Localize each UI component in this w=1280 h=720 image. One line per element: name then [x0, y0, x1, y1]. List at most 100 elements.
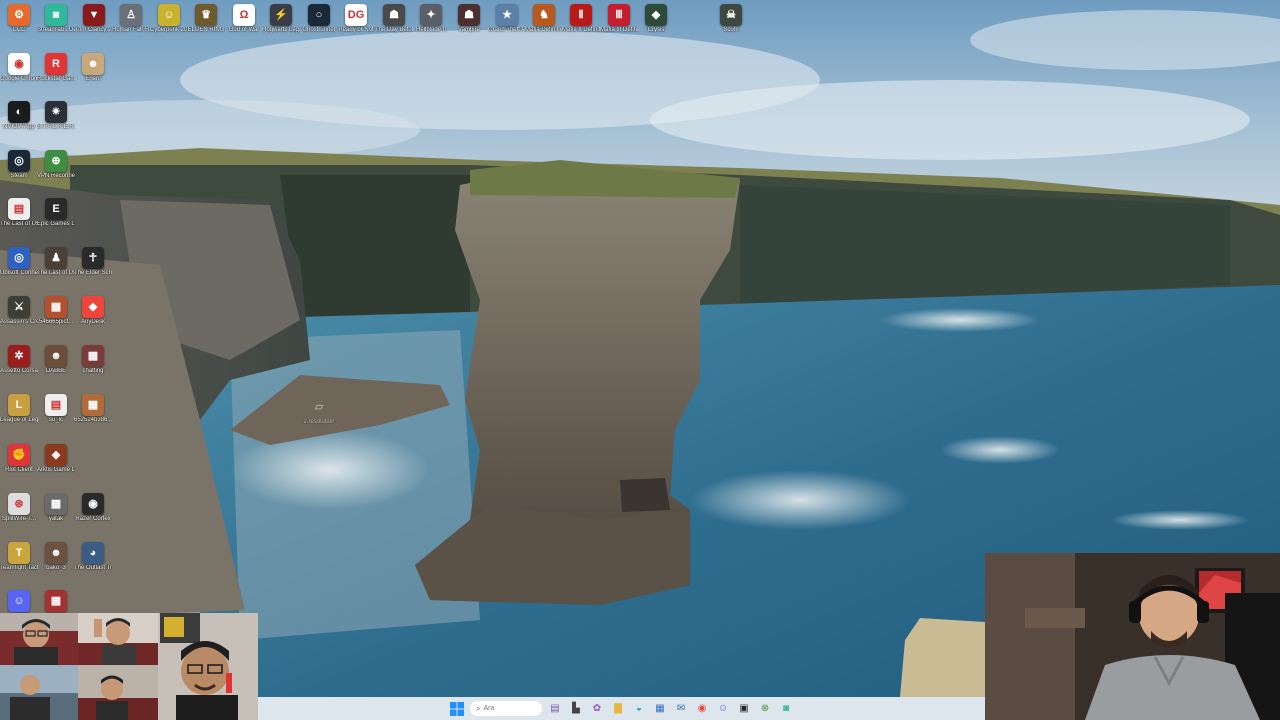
desktop-shortcut[interactable]: ☻ bako_3: [37, 542, 75, 572]
desktop-shortcut[interactable]: ♟The Last of Us™ Part I: [37, 247, 75, 277]
desktop-shortcut-label: Ubisoft Connect: [0, 270, 38, 276]
desktop-shortcut[interactable]: ⊕VPN Reconnect: [37, 150, 75, 180]
discord-icon: ☺: [8, 590, 30, 612]
image-file-icon: ☻: [45, 345, 67, 367]
file-explorer-icon[interactable]: ▇: [610, 701, 626, 717]
desktop-shortcut-label: bako_3: [46, 565, 66, 571]
desktop-shortcut[interactable]: ☠ Scum: [712, 4, 750, 34]
spotify-icon[interactable]: ▣: [736, 701, 752, 717]
xbox-icon[interactable]: ⊗: [757, 701, 773, 717]
desktop-shortcut[interactable]: ◈Arktis Game Launcher: [37, 444, 75, 474]
desktop-shortcut[interactable]: ▱ 2.resolution: [300, 396, 338, 426]
desktop-shortcut-label: Epic Games Launcher: [37, 221, 75, 227]
taskbar-search-box[interactable]: ⌕: [470, 701, 542, 716]
desktop-shortcut[interactable]: ☺Cyberpunk 2077: [150, 4, 188, 34]
desktop-shortcut-label: SplitWire-T...: [1, 516, 36, 522]
desktop-shortcut[interactable]: ▦: [37, 590, 75, 613]
desktop-shortcut[interactable]: ⚔Assassin's Creed V...: [0, 296, 38, 326]
desktop-shortcut-label: ELDEN RING: [187, 27, 225, 33]
desktop-shortcut[interactable]: ⅡMafia II Definitive...: [562, 4, 600, 34]
desktop-shortcut-label: 546665pict...: [38, 319, 74, 325]
image-file-icon: ☻: [82, 53, 104, 75]
game-icon: DG: [345, 4, 367, 26]
mail-icon[interactable]: ✉: [673, 701, 689, 717]
taskview-icon[interactable]: ▙: [568, 701, 584, 717]
desktop-shortcut[interactable]: ▦ yatak: [37, 493, 75, 523]
participants-video-grid: [0, 613, 258, 720]
desktop-shortcut[interactable]: ◉ Razer Cortex: [74, 493, 112, 523]
desktop-shortcut[interactable]: ▦ 546665pict...: [37, 296, 75, 326]
game-icon: Ⅱ: [570, 4, 592, 26]
desktop-shortcut[interactable]: ⚙ CCC: [0, 4, 38, 34]
desktop-shortcut[interactable]: ◕The Outlast Trials: [74, 542, 112, 572]
desktop-shortcut-label: Mafia Definitive...: [525, 27, 563, 33]
desktop-shortcut[interactable]: RRockstar Games...: [37, 53, 75, 83]
desktop-shortcut[interactable]: ◐ NVIDIA App: [0, 101, 38, 131]
desktop-shortcut-label: Mafia III Definitive...: [600, 27, 638, 33]
desktop-shortcut[interactable]: ☗ Vampire: [450, 4, 488, 34]
image-file-icon: ▦: [45, 296, 67, 318]
desktop-shortcut-label: Grand Theft Auto V: [488, 27, 526, 33]
desktop-shortcut[interactable]: ✊ Riot Client: [0, 444, 38, 474]
store-icon[interactable]: ▦: [652, 701, 668, 717]
desktop-shortcut[interactable]: ◆ AnyDesk: [74, 296, 112, 326]
desktop-shortcut-label: CCC: [12, 27, 26, 33]
desktop-shortcut[interactable]: DG Ready or Not: [337, 4, 375, 34]
desktop-shortcut[interactable]: ☥The Elder Scrolls: [74, 247, 112, 277]
desktop-shortcut[interactable]: ✷S.T.A.L.K.E.R. 2: [37, 101, 75, 131]
desktop-shortcut[interactable]: ✦ Hellblade II: [412, 4, 450, 34]
taskbar-search-input[interactable]: [480, 705, 534, 712]
streamlabs-icon[interactable]: ◙: [778, 701, 794, 717]
desktop-shortcut[interactable]: ♙Human Fall Flat: [112, 4, 150, 34]
anydesk-icon: ◆: [82, 296, 104, 318]
desktop-shortcut[interactable]: ⅢMafia III Definitive...: [600, 4, 638, 34]
chrome-icon[interactable]: ◉: [694, 701, 710, 717]
desktop-shortcut[interactable]: LLeague of Legends: [0, 394, 38, 424]
desktop-shortcut[interactable]: ▼Tom Clancy's Rainbow...: [75, 4, 113, 34]
desktop-shortcut-label: Cyberpunk 2077: [150, 27, 188, 33]
desktop-shortcut[interactable]: ★Grand Theft Auto V: [488, 4, 526, 34]
desktop-shortcut[interactable]: ♞Mafia Definitive...: [525, 4, 563, 34]
streamer-webcam: [985, 553, 1280, 720]
desktop-shortcut[interactable]: ◎Ubisoft Connect: [0, 247, 38, 277]
desktop-shortcut-label: 2.resolution: [303, 419, 335, 425]
desktop-shortcut[interactable]: ☻ Eneril: [74, 53, 112, 83]
game-icon: ✲: [8, 345, 30, 367]
desktop-shortcut[interactable]: ◆ Crysis: [637, 4, 675, 34]
copilot-icon[interactable]: ✿: [589, 701, 605, 717]
desktop-shortcut[interactable]: ☻ DABBE: [37, 345, 75, 375]
desktop-shortcut[interactable]: EEpic Games Launcher: [37, 198, 75, 228]
desktop-shortcut-label: Google Chrome: [0, 76, 38, 82]
edge-icon[interactable]: ◒: [631, 701, 647, 717]
desktop-shortcut[interactable]: ▦ chatting: [74, 345, 112, 375]
desktop-shortcut[interactable]: ▤ su_ic: [37, 394, 75, 424]
epic-games-icon: E: [45, 198, 67, 220]
desktop-shortcut[interactable]: ◎ Steam: [0, 150, 38, 180]
desktop-shortcut[interactable]: ☗ The Day Before: [375, 4, 413, 34]
desktop-shortcut[interactable]: ▦ 652524b386...: [74, 394, 112, 424]
widgets-icon[interactable]: ▤: [547, 701, 563, 717]
desktop-shortcut[interactable]: ♛ ELDEN RING: [187, 4, 225, 34]
desktop-shortcut[interactable]: TTeamfight Tactics: [0, 542, 38, 572]
desktop-shortcut[interactable]: ⚡Hogwarts Legacy: [262, 4, 300, 34]
razer-icon: ◉: [82, 493, 104, 515]
desktop-shortcut[interactable]: ⊛ SplitWire-T...: [0, 493, 38, 523]
gta-icon: ★: [496, 4, 518, 26]
desktop-shortcut[interactable]: Ω God of War: [225, 4, 263, 34]
desktop-shortcut[interactable]: ○ Ghostrunner: [300, 4, 338, 34]
windows-start-icon[interactable]: [449, 701, 465, 717]
game-icon: ♟: [45, 247, 67, 269]
desktop-shortcut-label: Steam: [10, 173, 28, 179]
desktop-shortcut[interactable]: ◉Google Chrome: [0, 53, 38, 83]
desktop-shortcut[interactable]: ▤The Last of Us...: [0, 198, 38, 228]
desktop-shortcut-label: chatting: [82, 368, 104, 374]
tft-icon: T: [8, 542, 30, 564]
discord-icon[interactable]: ☺: [715, 701, 731, 717]
desktop-shortcut-label: su_ic: [48, 417, 63, 423]
desktop-shortcut-label: Eneril: [85, 76, 101, 82]
vpn-icon: ⊕: [45, 150, 67, 172]
desktop-shortcut[interactable]: ◙Streamlabs Desktop: [37, 4, 75, 34]
game-icon: ◈: [45, 444, 67, 466]
god-of-war-icon: Ω: [233, 4, 255, 26]
desktop-shortcut[interactable]: ✲ Assetto Corsa: [0, 345, 38, 375]
